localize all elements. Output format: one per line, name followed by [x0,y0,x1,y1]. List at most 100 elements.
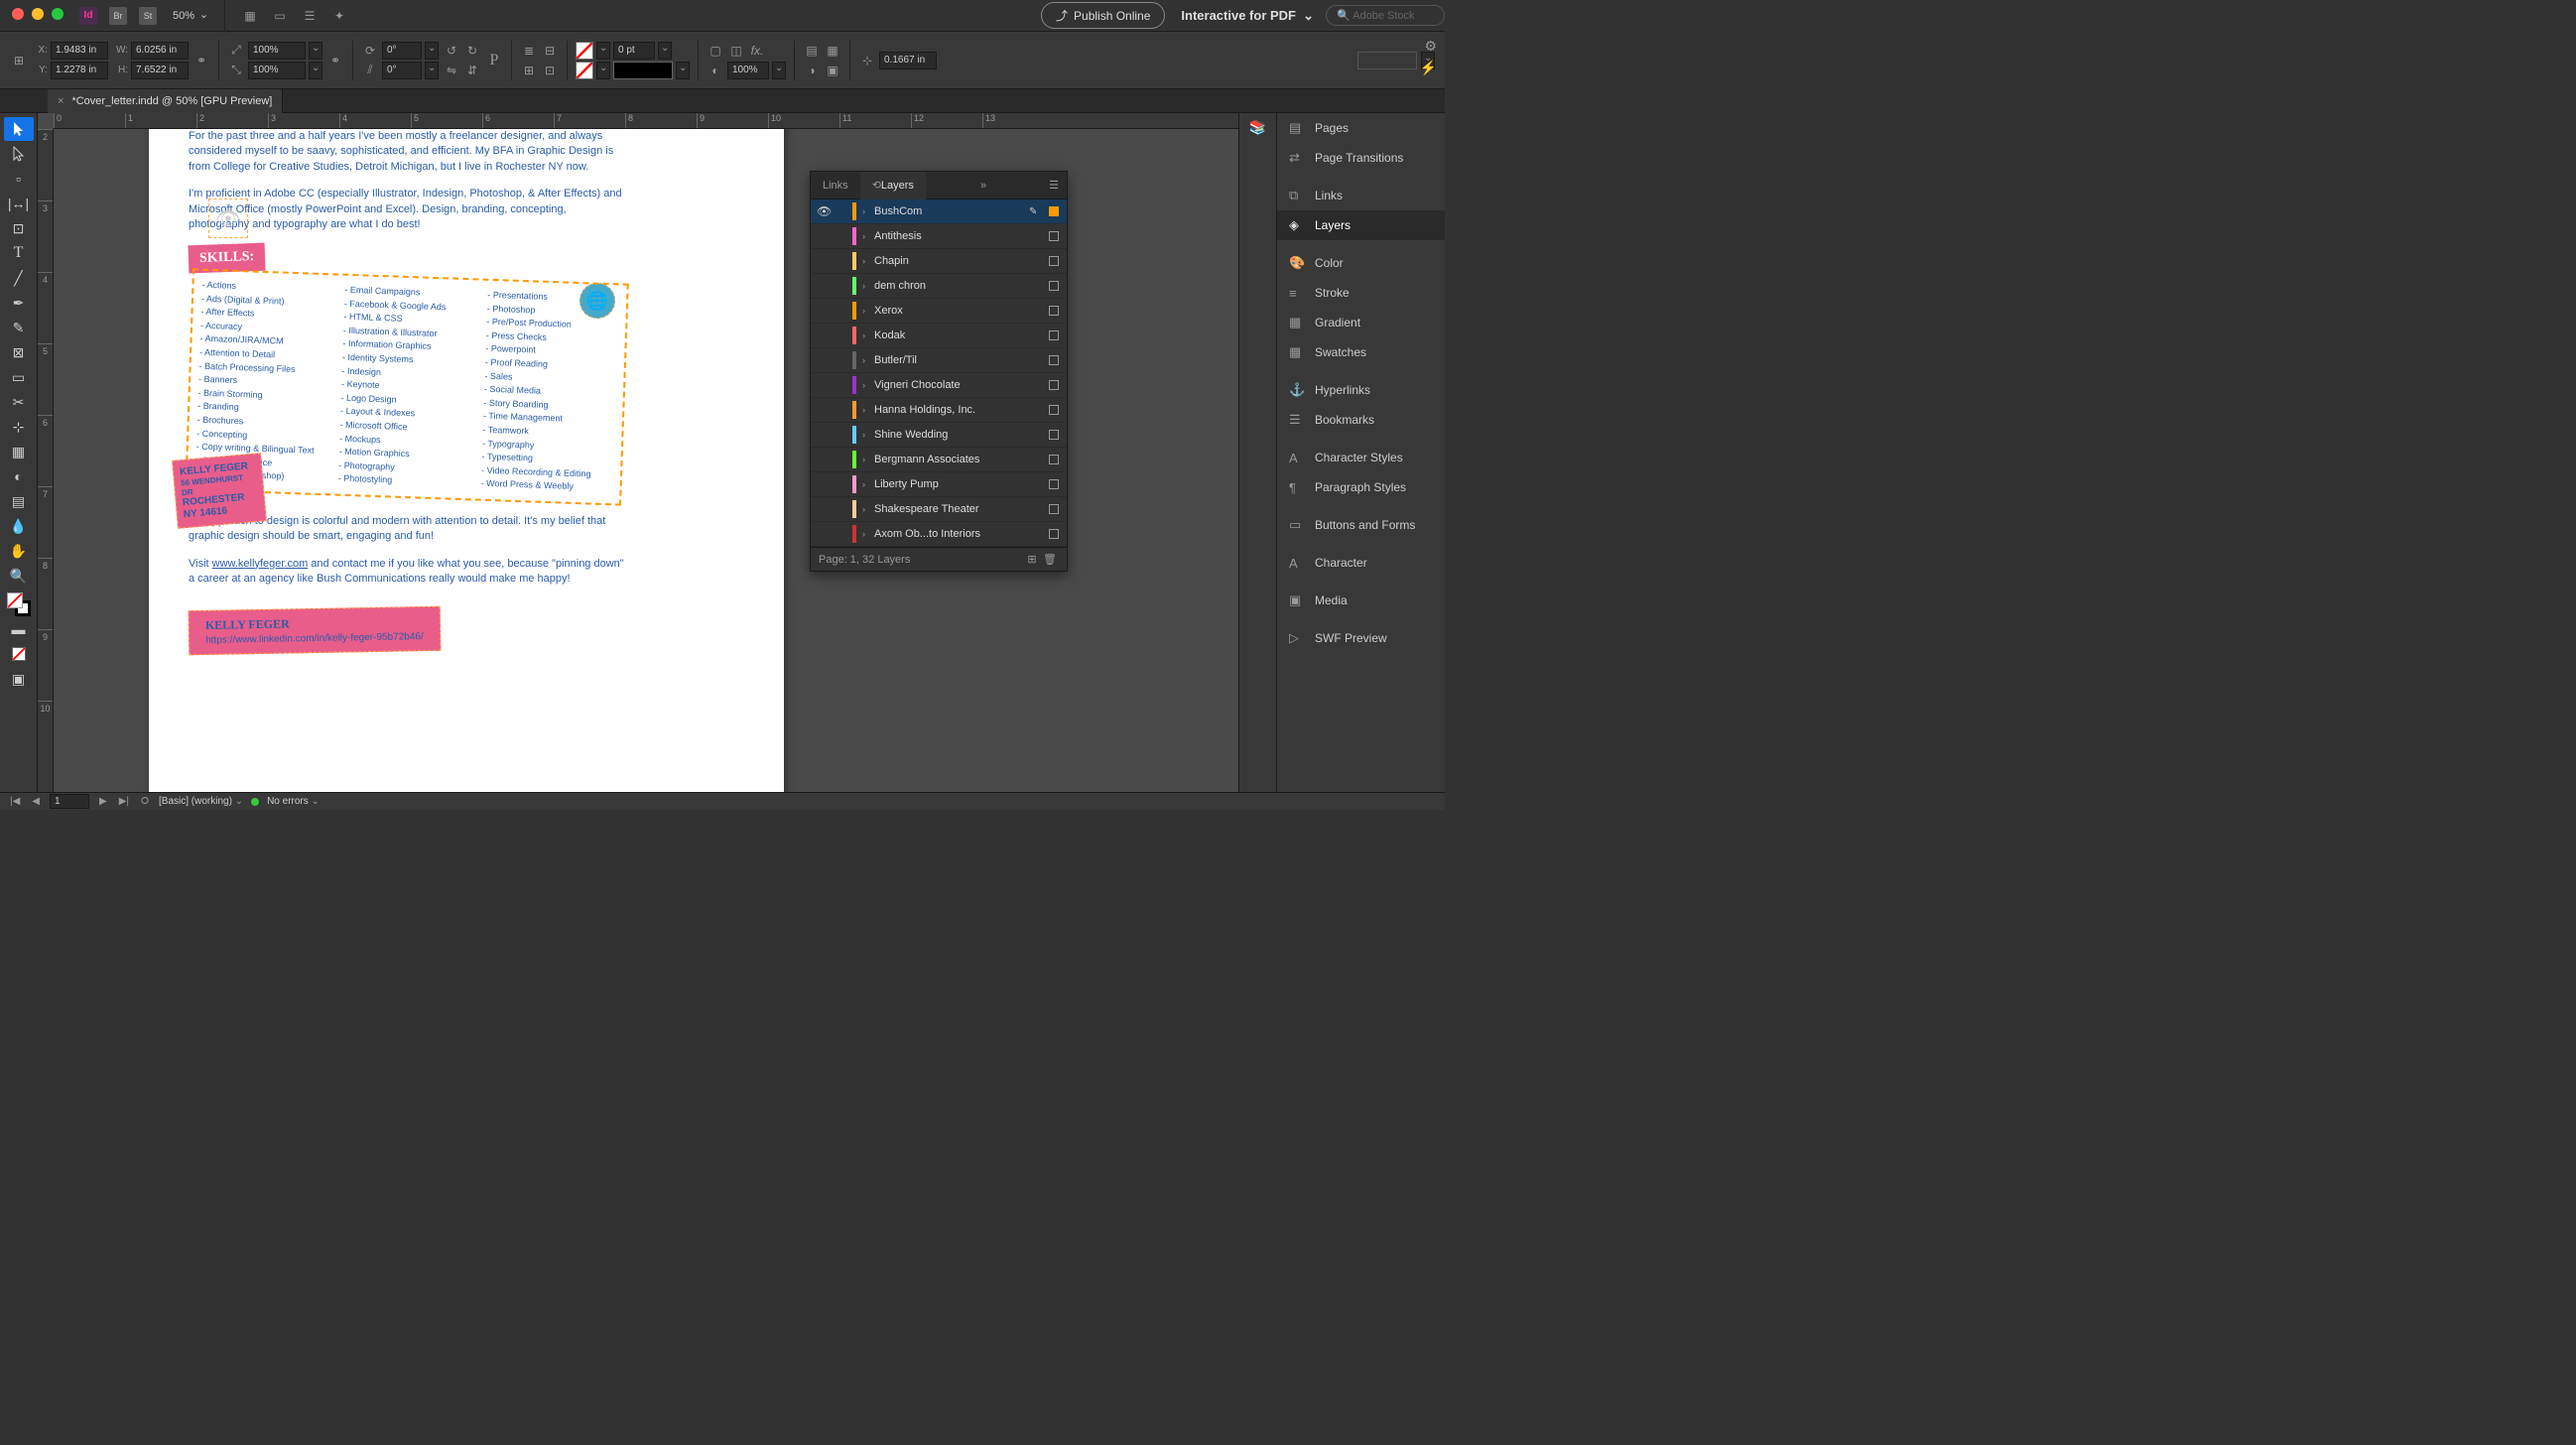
panel-menu-icon[interactable]: ☰ [1041,179,1067,192]
w-input[interactable] [131,42,189,60]
page-artboard[interactable]: 👁 🌐 For the past three and a half years … [149,129,784,792]
document-canvas[interactable]: 012345678910111213 2345678910 👁 🌐 For th… [38,113,1238,792]
rotate-cw-icon[interactable]: ↻ [463,42,481,60]
linkedin-note[interactable]: KELLY FEGER https://www.linkedin.com/in/… [189,606,441,655]
h-input[interactable] [131,62,189,79]
layer-select-proxy[interactable] [1049,355,1059,365]
gap-input[interactable] [879,52,937,69]
zoom-dropdown[interactable]: 50% [169,8,208,24]
body-paragraph[interactable]: Visit www.kellyfeger.com and contact me … [189,557,625,588]
fill-swatch[interactable] [576,42,593,60]
body-paragraph[interactable]: I'm proficient in Adobe CC (especially I… [189,187,625,232]
screen-mode-tool[interactable]: ▣ [4,667,34,691]
default-fill-stroke-icon[interactable] [4,642,34,666]
layer-row[interactable]: ›Liberty Pump [811,472,1067,497]
pencil-tool[interactable]: ✎ [4,316,34,339]
layer-select-proxy[interactable] [1049,504,1059,514]
selection-tool[interactable] [4,117,34,141]
portfolio-link[interactable]: www.kellyfeger.com [212,558,309,570]
flip-h-icon[interactable]: ⇋ [443,62,460,79]
rotation-input[interactable] [382,42,422,60]
dock-panel-hyperlinks[interactable]: ⚓Hyperlinks [1277,375,1445,405]
view-options-icon[interactable]: ▦ [241,7,259,25]
preflight-errors[interactable]: No errors [267,796,320,807]
layer-select-proxy[interactable] [1049,405,1059,415]
constrain-scale-icon[interactable]: ⚭ [326,52,344,69]
dock-panel-buttons-and-forms[interactable]: ▭Buttons and Forms [1277,510,1445,540]
layer-row[interactable]: ›Xerox [811,299,1067,324]
open-icon[interactable]: ⭘ [139,796,151,807]
direct-selection-tool[interactable] [4,142,34,166]
dock-panel-swf-preview[interactable]: ▷SWF Preview [1277,623,1445,653]
bridge-icon[interactable]: Br [109,7,127,25]
new-sublayer-icon[interactable]: ⊞ [1023,553,1041,566]
dock-panel-layers[interactable]: ◈Layers [1277,210,1445,240]
scale-x-input[interactable] [248,42,306,60]
layer-select-proxy[interactable] [1049,380,1059,390]
apply-color-icon[interactable]: ▬ [4,617,34,641]
scale-y-input[interactable] [248,62,306,79]
layer-select-proxy[interactable] [1049,231,1059,241]
flip-v-icon[interactable]: ⇵ [463,62,481,79]
page-tool[interactable]: ▫ [4,167,34,191]
layer-row[interactable]: ›Bergmann Associates [811,448,1067,472]
gap-tool[interactable]: |↔| [4,192,34,215]
first-page-button[interactable]: |◀ [8,796,22,807]
publish-online-button[interactable]: ⤴Publish Online [1041,2,1165,29]
screen-mode-icon[interactable]: ▭ [271,7,289,25]
settings-gear-icon[interactable]: ⚙ [1424,38,1437,55]
dock-panel-media[interactable]: ▣Media [1277,586,1445,615]
pen-tool[interactable]: ✒ [4,291,34,315]
prev-page-button[interactable]: ◀ [30,796,42,807]
document-tab[interactable]: × *Cover_letter.indd @ 50% [GPU Preview] [48,89,283,113]
layer-select-proxy[interactable] [1049,330,1059,340]
eye-graphic[interactable]: 👁 [208,198,248,238]
stroke-swatch[interactable] [576,62,593,79]
layer-select-proxy[interactable] [1049,256,1059,266]
shear-input[interactable] [382,62,422,79]
cc-libraries-icon[interactable]: 📚 [1249,119,1266,136]
opacity-input[interactable] [727,62,769,79]
panel-collapse-icon[interactable]: » [972,180,994,192]
dock-panel-gradient[interactable]: ▦Gradient [1277,308,1445,337]
note-tool[interactable]: ▤ [4,489,34,513]
dock-panel-bookmarks[interactable]: ☰Bookmarks [1277,405,1445,435]
layer-row[interactable]: ›Shine Wedding [811,423,1067,448]
layer-select-proxy[interactable] [1049,529,1059,539]
constrain-wh-icon[interactable]: ⚭ [193,52,210,69]
reference-point-icon[interactable]: ⊞ [10,52,28,69]
fill-stroke-proxy[interactable] [7,592,31,616]
eyedropper-tool[interactable]: 💧 [4,514,34,538]
layer-row[interactable]: ›Kodak [811,324,1067,348]
stroke-weight-input[interactable] [613,42,655,60]
hand-tool[interactable]: ✋ [4,539,34,563]
layer-select-proxy[interactable] [1049,479,1059,489]
layers-tab[interactable]: Layers [860,172,926,199]
dock-panel-character-styles[interactable]: ACharacter Styles [1277,443,1445,472]
delete-layer-icon[interactable]: 🗑 [1041,553,1059,566]
stroke-style[interactable] [613,62,673,79]
dock-panel-paragraph-styles[interactable]: ¶Paragraph Styles [1277,472,1445,502]
layers-panel[interactable]: Links Layers » ☰ 👁›BushCom✎›Antithesis›C… [810,171,1068,572]
page-number-input[interactable] [50,794,89,809]
text-wrap-none-icon[interactable]: ▤ [803,42,821,60]
corner-options[interactable] [1357,52,1417,69]
rotate-ccw-icon[interactable]: ↺ [443,42,460,60]
address-note[interactable]: KELLY FEGER 56 WENDHURST DR ROCHESTER NY… [172,453,267,529]
content-collector-tool[interactable]: ⊡ [4,216,34,240]
links-tab[interactable]: Links [811,172,860,199]
layer-select-proxy[interactable] [1049,430,1059,440]
scissors-tool[interactable]: ✂ [4,390,34,414]
workspace-dropdown[interactable]: Interactive for PDF [1177,4,1314,27]
layer-row[interactable]: ›Axom Ob...to Interiors [811,522,1067,547]
adobe-stock-search[interactable]: 🔍 Adobe Stock [1326,5,1445,26]
gpu-icon[interactable]: ✦ [330,7,348,25]
window-controls[interactable] [12,8,64,20]
layer-select-proxy[interactable] [1049,206,1059,216]
x-input[interactable] [51,42,108,60]
align-icon[interactable]: ≣ [520,42,538,60]
y-input[interactable] [51,62,108,79]
zoom-tool[interactable]: 🔍 [4,564,34,588]
free-transform-tool[interactable]: ⊹ [4,415,34,439]
layer-row[interactable]: ›Vigneri Chocolate [811,373,1067,398]
